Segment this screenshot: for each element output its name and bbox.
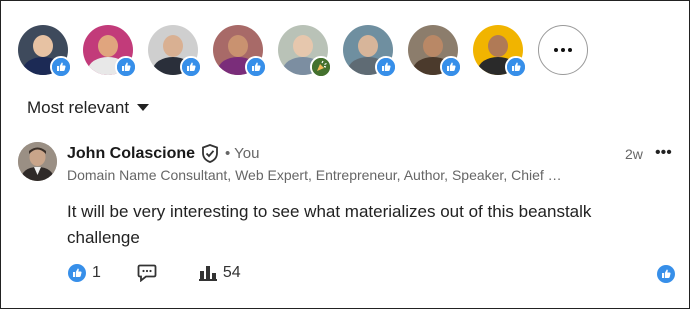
like-count-value: 1 <box>92 264 101 281</box>
like-reaction-icon <box>442 58 460 76</box>
reply-button[interactable] <box>137 264 157 282</box>
impressions-count[interactable]: 54 <box>198 264 241 282</box>
bar-chart-icon <box>198 266 217 281</box>
reactor-avatar[interactable] <box>18 25 72 78</box>
reactor-avatar[interactable] <box>473 25 527 78</box>
comment-bubble-icon <box>137 264 157 282</box>
reaction-badge <box>440 56 462 78</box>
reaction-badge <box>50 56 72 78</box>
reaction-badge <box>245 56 267 78</box>
like-reaction-icon <box>117 58 135 76</box>
like-reaction-icon <box>182 58 200 76</box>
reactor-avatar[interactable] <box>213 25 267 78</box>
author-name[interactable]: John Colascione <box>67 145 195 163</box>
impressions-value: 54 <box>222 264 241 281</box>
like-reaction-icon <box>657 265 675 283</box>
celebrate-reaction-icon <box>312 58 330 76</box>
like-reaction-icon <box>68 264 86 282</box>
like-reaction-icon <box>507 58 525 76</box>
ellipsis-icon <box>554 48 572 52</box>
reaction-badge <box>180 56 202 78</box>
sort-label: Most relevant <box>27 98 130 117</box>
reactor-avatar[interactable] <box>83 25 137 78</box>
reaction-badge <box>375 56 397 78</box>
like-reaction-icon <box>377 58 395 76</box>
reaction-badge <box>505 56 527 78</box>
reaction-badge <box>115 56 137 78</box>
like-count[interactable]: 1 <box>68 264 101 282</box>
reactor-avatar[interactable] <box>278 25 332 78</box>
comment-overflow-menu[interactable]: ••• <box>655 144 672 162</box>
reactor-avatar[interactable] <box>408 25 462 78</box>
like-reaction-icon <box>52 58 70 76</box>
reactor-avatar[interactable] <box>343 25 397 78</box>
like-reaction-icon <box>247 58 265 76</box>
more-reactors-button[interactable] <box>538 25 588 75</box>
caret-down-icon <box>137 104 150 111</box>
verified-shield-icon <box>202 144 218 163</box>
comment-author-avatar[interactable] <box>18 142 57 181</box>
like-reaction-button[interactable] <box>657 265 675 288</box>
reactor-avatar[interactable] <box>148 25 202 78</box>
sort-dropdown[interactable]: Most relevant <box>27 98 150 118</box>
comment-body: It will be very interesting to see what … <box>67 202 592 247</box>
author-headline: Domain Name Consultant, Web Expert, Entr… <box>67 167 562 183</box>
comment-header: John Colascione • You <box>67 144 260 163</box>
you-label: • You <box>225 145 260 162</box>
comment-timestamp: 2w <box>625 146 643 162</box>
comment-actions: 1 54 <box>68 264 277 282</box>
reaction-badge <box>310 56 332 78</box>
